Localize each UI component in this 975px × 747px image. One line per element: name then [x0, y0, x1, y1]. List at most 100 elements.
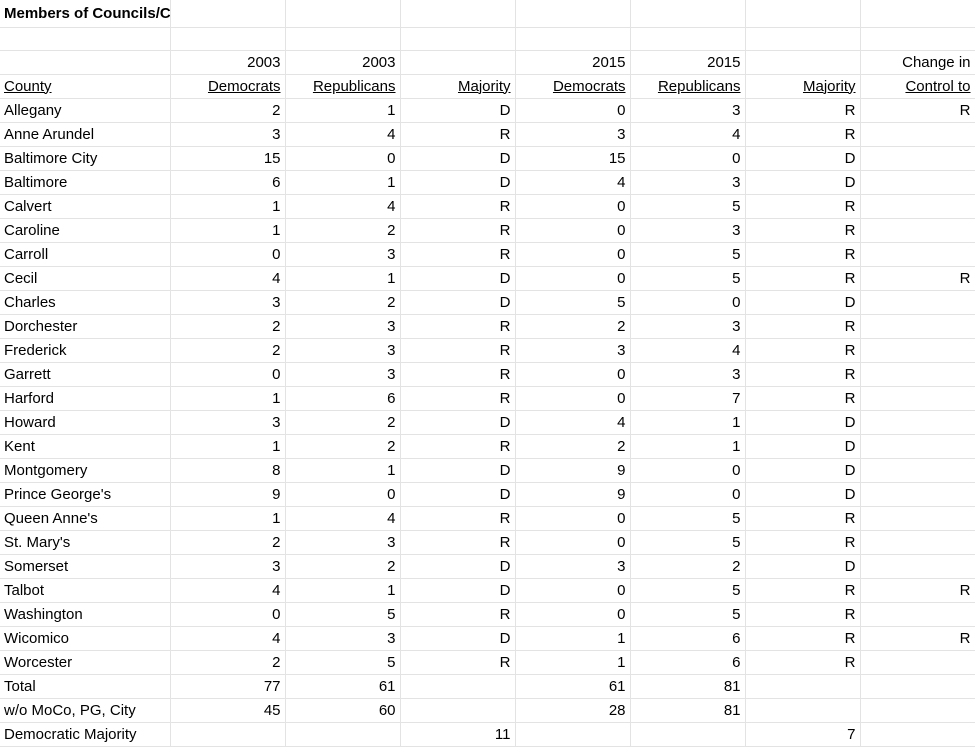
majority-2003-cell[interactable]: D: [400, 266, 516, 291]
dem-2015-cell[interactable]: 0: [515, 194, 631, 219]
dem-2003-cell[interactable]: 3: [170, 290, 286, 315]
change-control-cell[interactable]: [860, 602, 975, 627]
majority-2003-cell[interactable]: R: [400, 194, 516, 219]
header-rep-2003-cell[interactable]: 2003: [285, 50, 401, 75]
majority-2015-cell[interactable]: R: [745, 578, 861, 603]
dem-2003-cell[interactable]: 8: [170, 458, 286, 483]
majority-2015-cell[interactable]: R: [745, 242, 861, 267]
rep-2003-cell[interactable]: 2: [285, 410, 401, 435]
change-control-cell[interactable]: R: [860, 98, 975, 123]
header-dem-2003-cell[interactable]: Democrats: [170, 74, 286, 99]
county-cell[interactable]: Prince George's: [0, 482, 171, 507]
dem-2003-cell[interactable]: 4: [170, 626, 286, 651]
majority-2003-cell[interactable]: D: [400, 458, 516, 483]
rep-2015-cell[interactable]: 0: [630, 146, 746, 171]
change-control-cell[interactable]: [860, 434, 975, 459]
dem-2015-cell[interactable]: 5: [515, 290, 631, 315]
dem-2003-cell[interactable]: 2: [170, 338, 286, 363]
majority-2015-cell[interactable]: D: [745, 482, 861, 507]
county-cell[interactable]: Calvert: [0, 194, 171, 219]
rep-2015-cell[interactable]: 3: [630, 362, 746, 387]
majority-2003-cell[interactable]: R: [400, 338, 516, 363]
dem-2015-cell[interactable]: 9: [515, 458, 631, 483]
change-control-cell[interactable]: [860, 362, 975, 387]
county-cell[interactable]: Cecil: [0, 266, 171, 291]
majority-2015-cell[interactable]: R: [745, 650, 861, 675]
majority-2003-cell[interactable]: R: [400, 602, 516, 627]
rep-2015-cell[interactable]: 7: [630, 386, 746, 411]
change-control-cell[interactable]: [860, 554, 975, 579]
county-cell[interactable]: Kent: [0, 434, 171, 459]
header-rep-2003-cell[interactable]: Republicans: [285, 74, 401, 99]
total-county-cell[interactable]: Total: [0, 674, 171, 699]
rep-2003-cell[interactable]: 3: [285, 362, 401, 387]
dem-2015-cell[interactable]: 3: [515, 338, 631, 363]
change-control-cell[interactable]: [860, 242, 975, 267]
county-cell[interactable]: Somerset: [0, 554, 171, 579]
county-cell[interactable]: Baltimore City: [0, 146, 171, 171]
wo-rep-2015-cell[interactable]: 81: [630, 698, 746, 723]
total-majority-2015-cell[interactable]: [745, 674, 861, 699]
rep-2003-cell[interactable]: 3: [285, 242, 401, 267]
majority-2003-cell[interactable]: R: [400, 506, 516, 531]
dem-2015-cell[interactable]: 2: [515, 434, 631, 459]
header-dem-2003-cell[interactable]: 2003: [170, 50, 286, 75]
dem-2015-cell[interactable]: 4: [515, 170, 631, 195]
change-control-cell[interactable]: [860, 170, 975, 195]
header-change-control-cell[interactable]: Change in: [860, 50, 975, 75]
header-rep-2015-cell[interactable]: Republicans: [630, 74, 746, 99]
dem-2003-cell[interactable]: 2: [170, 530, 286, 555]
change-control-cell[interactable]: [860, 338, 975, 363]
majority-2003-cell[interactable]: R: [400, 362, 516, 387]
dem-2015-cell[interactable]: 0: [515, 218, 631, 243]
empty-cell[interactable]: [515, 27, 631, 51]
header-majority-2003-cell[interactable]: [400, 50, 516, 75]
dem-2015-cell[interactable]: 1: [515, 650, 631, 675]
rep-2015-cell[interactable]: 4: [630, 122, 746, 147]
dem-2003-cell[interactable]: 4: [170, 578, 286, 603]
majority-2003-cell[interactable]: R: [400, 386, 516, 411]
rep-2003-cell[interactable]: 3: [285, 626, 401, 651]
dem-2003-cell[interactable]: 1: [170, 434, 286, 459]
empty-cell[interactable]: [860, 27, 975, 51]
dem-2015-cell[interactable]: 0: [515, 242, 631, 267]
rep-2015-cell[interactable]: 0: [630, 482, 746, 507]
majority-2003-cell[interactable]: R: [400, 242, 516, 267]
rep-2015-cell[interactable]: 6: [630, 650, 746, 675]
dem-2003-cell[interactable]: 3: [170, 122, 286, 147]
majority-2003-cell[interactable]: D: [400, 626, 516, 651]
empty-cell[interactable]: [285, 0, 401, 28]
majority-2003-cell[interactable]: D: [400, 578, 516, 603]
dem-2003-cell[interactable]: 6: [170, 170, 286, 195]
change-control-cell[interactable]: [860, 122, 975, 147]
rep-2003-cell[interactable]: 0: [285, 482, 401, 507]
majority-rep-2003-cell[interactable]: [285, 722, 401, 747]
county-cell[interactable]: Charles: [0, 290, 171, 315]
dem-2015-cell[interactable]: 2: [515, 314, 631, 339]
majority-2015-cell[interactable]: D: [745, 146, 861, 171]
empty-cell[interactable]: [745, 27, 861, 51]
dem-2003-cell[interactable]: 3: [170, 410, 286, 435]
rep-2015-cell[interactable]: 4: [630, 338, 746, 363]
rep-2003-cell[interactable]: 6: [285, 386, 401, 411]
county-cell[interactable]: Montgomery: [0, 458, 171, 483]
majority-dem-2003-cell[interactable]: [170, 722, 286, 747]
rep-2003-cell[interactable]: 2: [285, 290, 401, 315]
total-change-control-cell[interactable]: [860, 674, 975, 699]
rep-2003-cell[interactable]: 2: [285, 554, 401, 579]
majority-2015-cell[interactable]: R: [745, 218, 861, 243]
total-rep-2015-cell[interactable]: 81: [630, 674, 746, 699]
header-change-control-cell[interactable]: Control to: [860, 74, 975, 99]
rep-2015-cell[interactable]: 1: [630, 434, 746, 459]
majority-2015-cell[interactable]: D: [745, 434, 861, 459]
county-cell[interactable]: Dorchester: [0, 314, 171, 339]
majority-2003-cell[interactable]: R: [400, 314, 516, 339]
rep-2003-cell[interactable]: 3: [285, 338, 401, 363]
empty-cell[interactable]: [170, 0, 286, 28]
header-county-cell[interactable]: County: [0, 74, 171, 99]
total-dem-2015-cell[interactable]: 61: [515, 674, 631, 699]
change-control-cell[interactable]: R: [860, 626, 975, 651]
county-cell[interactable]: Wicomico: [0, 626, 171, 651]
county-cell[interactable]: Harford: [0, 386, 171, 411]
sheet-title[interactable]: Members of Councils/Commissions by Count…: [0, 0, 171, 28]
